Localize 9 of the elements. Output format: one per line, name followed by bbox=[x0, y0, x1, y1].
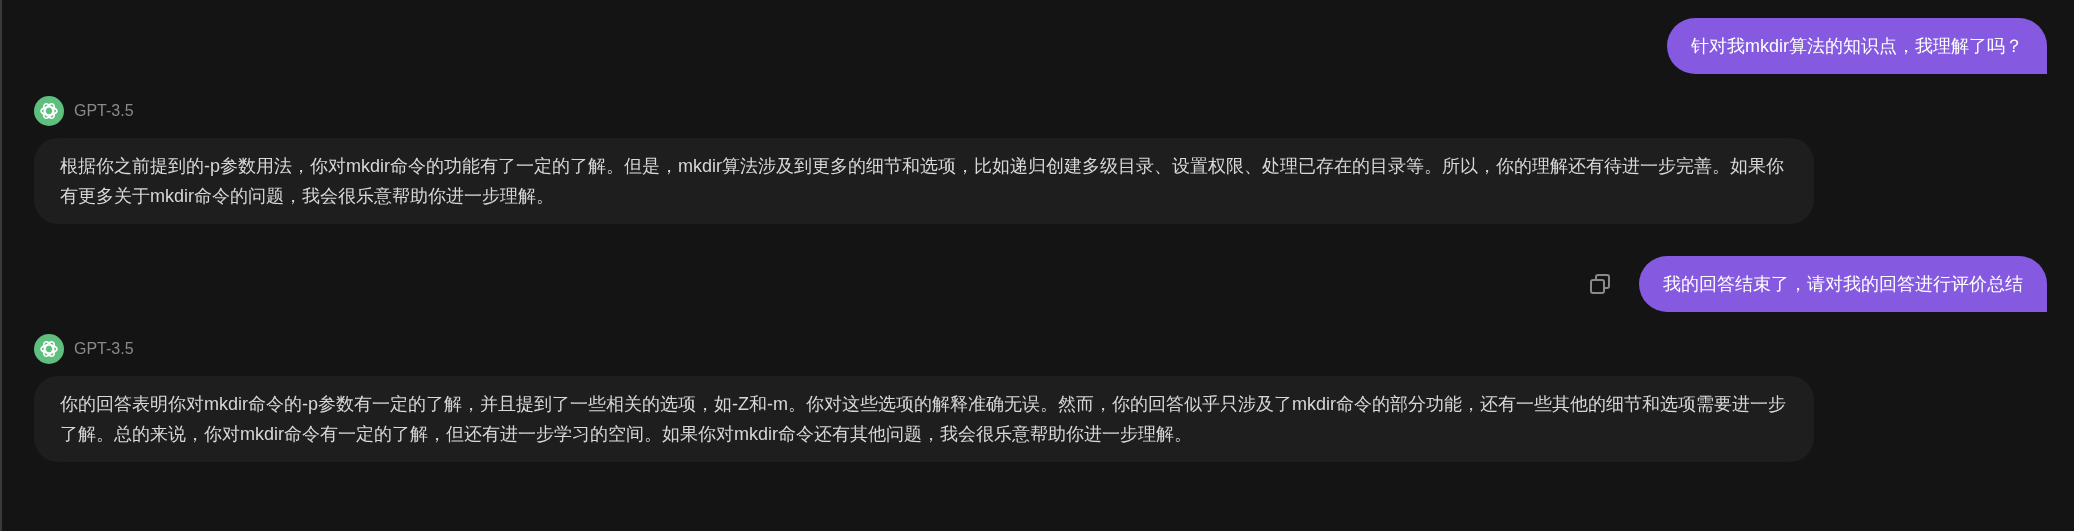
model-name: GPT-3.5 bbox=[74, 102, 134, 120]
copy-icon[interactable] bbox=[1589, 273, 1611, 295]
model-name: GPT-3.5 bbox=[74, 340, 134, 358]
assistant-avatar-icon bbox=[34, 96, 64, 126]
assistant-message: 你的回答表明你对mkdir命令的-p参数有一定的了解，并且提到了一些相关的选项，如-Z和-m。你对这些选项的解释准确无误。然而，你的回答似乎只涉及了mkdir命令的部分功能，还有一些其他的细节和选项需要进一步了解。总的来说，你对mkdir命令有一定的了解，但还有进一步学习的空间。如果你对mkdir命令还有其他问题，我会很乐意帮助你进一步理解。 bbox=[34, 376, 1814, 462]
user-message: 我的回答结束了，请对我的回答进行评价总结 bbox=[1639, 256, 2047, 312]
assistant-message: 根据你之前提到的-p参数用法，你对mkdir命令的功能有了一定的了解。但是，mkdir算法涉及到更多的细节和选项，比如递归创建多级目录、设置权限、处理已存在的目录等。所以，你的理解还有待进一步完善。如果你有更多关于mkdir命令的问题，我会很乐意帮助你进一步理解。 bbox=[34, 138, 1814, 224]
assistant-avatar-icon bbox=[34, 334, 64, 364]
user-message: 针对我mkdir算法的知识点，我理解了吗？ bbox=[1667, 18, 2047, 74]
